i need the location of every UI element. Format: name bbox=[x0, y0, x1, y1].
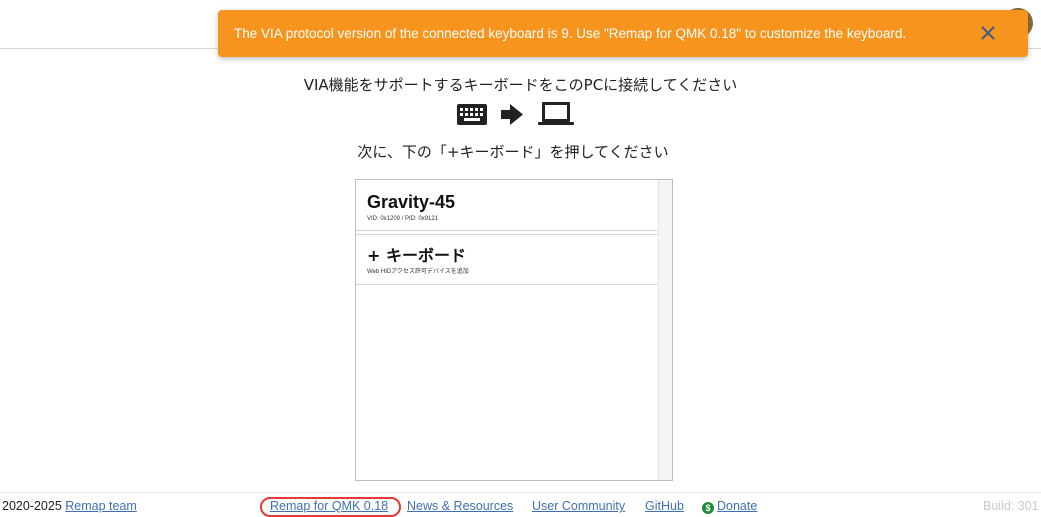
add-keyboard-label: + キーボード bbox=[367, 246, 466, 265]
press-instruction: 次に、下の「+キーボード」を押してください bbox=[357, 143, 669, 161]
add-keyboard-hint: Web HIDアクセス許可デバイスを追加 bbox=[367, 269, 469, 275]
dollar-icon: $ bbox=[702, 502, 714, 514]
user-community-link[interactable]: User Community bbox=[532, 499, 625, 513]
device-list: Gravity-45 VID: 0x1209 / PID: 0x9121 + キ… bbox=[355, 179, 673, 481]
connect-instruction: VIA機能をサポートするキーボードをこのPCに接続してください bbox=[303, 76, 738, 94]
remap-qmk-link[interactable]: Remap for QMK 0.18 bbox=[270, 499, 388, 513]
laptop-icon bbox=[538, 102, 574, 125]
device-ids: VID: 0x1209 / PID: 0x9121 bbox=[367, 216, 439, 222]
donate[interactable]: $ Donate bbox=[702, 499, 757, 514]
donate-link[interactable]: Donate bbox=[717, 499, 757, 513]
arrow-right-icon bbox=[501, 104, 523, 125]
close-icon[interactable] bbox=[976, 21, 1000, 45]
build-number: Build: 301 bbox=[983, 499, 1039, 513]
connect-illustration bbox=[457, 100, 577, 130]
team-link[interactable]: Remap team bbox=[65, 499, 137, 513]
footer-divider bbox=[0, 492, 1041, 493]
keyboard-icon bbox=[457, 104, 487, 125]
device-item-gravity-45[interactable]: Gravity-45 VID: 0x1209 / PID: 0x9121 bbox=[356, 180, 659, 231]
footer: 2020-2025 Remap team Remap for QMK 0.18 … bbox=[0, 499, 1041, 517]
news-resources-link[interactable]: News & Resources bbox=[407, 499, 513, 513]
list-scrollbar[interactable] bbox=[658, 180, 672, 480]
version-warning-toast: The VIA protocol version of the connecte… bbox=[218, 10, 1028, 57]
copyright: 2020-2025 Remap team bbox=[2, 499, 137, 513]
device-name: Gravity-45 bbox=[367, 192, 456, 212]
toast-message: The VIA protocol version of the connecte… bbox=[234, 26, 907, 41]
github-link[interactable]: GitHub bbox=[645, 499, 684, 513]
add-keyboard-button[interactable]: + キーボード Web HIDアクセス許可デバイスを追加 bbox=[356, 234, 659, 285]
